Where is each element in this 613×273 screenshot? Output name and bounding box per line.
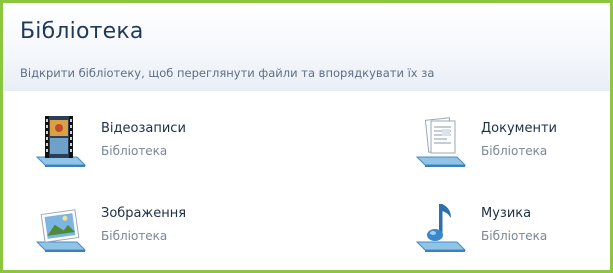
library-item-documents[interactable]: Документи Бібліотека: [413, 113, 610, 173]
library-header: Бібліотека Відкрити бібліотеку, щоб пере…: [3, 3, 610, 91]
library-item-name: Зображення: [101, 206, 187, 221]
library-item-pictures[interactable]: Зображення Бібліотека: [33, 198, 233, 258]
library-item-type: Бібліотека: [481, 144, 548, 158]
pictures-library-icon: [33, 198, 89, 254]
library-item-type: Бібліотека: [101, 144, 168, 158]
page-description: Відкрити бібліотеку, щоб переглянути фай…: [20, 66, 435, 80]
library-item-name: Відеозаписи: [101, 121, 186, 136]
video-library-icon: [33, 113, 89, 169]
library-item-type: Бібліотека: [481, 229, 548, 243]
library-item-name: Музика: [481, 206, 532, 221]
libraries-window: Бібліотека Відкрити бібліотеку, щоб пере…: [0, 0, 613, 273]
documents-library-icon: [413, 113, 469, 169]
library-item-music[interactable]: Музика Бібліотека: [413, 198, 610, 258]
library-item-name: Документи: [481, 121, 557, 136]
library-item-type: Бібліотека: [101, 229, 168, 243]
page-title: Бібліотека: [20, 19, 144, 44]
library-item-videos[interactable]: Відеозаписи Бібліотека: [33, 113, 233, 173]
music-library-icon: [413, 198, 469, 254]
